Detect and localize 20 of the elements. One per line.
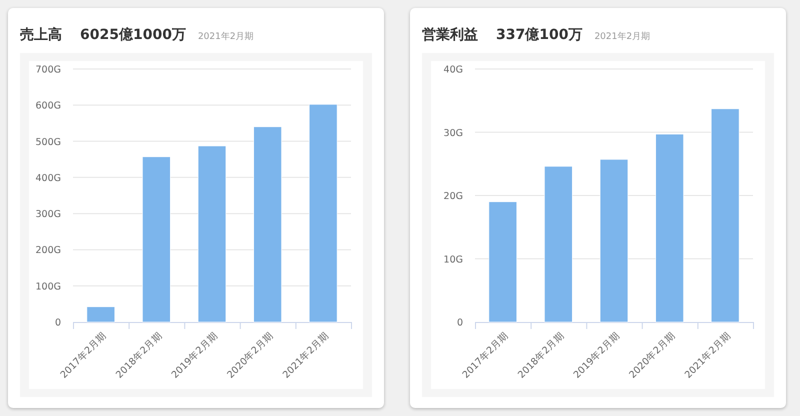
metric-title: 売上高 (20, 26, 62, 45)
axis-label: 700G (36, 64, 61, 76)
axis-label: 30G (444, 128, 463, 139)
axis-label: 600G (36, 100, 61, 112)
axis-label: 20G (444, 191, 463, 202)
axis-label: 300G (36, 209, 61, 220)
axis-label: 100G (36, 281, 61, 292)
axis-label: 500G (36, 136, 61, 148)
period-label: 2021年2月期 (594, 31, 650, 44)
axis-label: 200G (36, 245, 61, 256)
metric-title: 営業利益 (422, 26, 478, 45)
axis-label: 0 (54, 318, 61, 328)
axis-label: 400G (36, 172, 61, 184)
metric-value: 337億100万 (496, 26, 582, 45)
axis-label: 10G (444, 254, 463, 266)
axis-label: 0 (456, 318, 463, 328)
axis-label: 40G (444, 64, 463, 76)
bar (86, 306, 115, 322)
period-label: 2021年2月期 (198, 31, 254, 44)
metric-value: 6025億1000万 (80, 26, 186, 45)
